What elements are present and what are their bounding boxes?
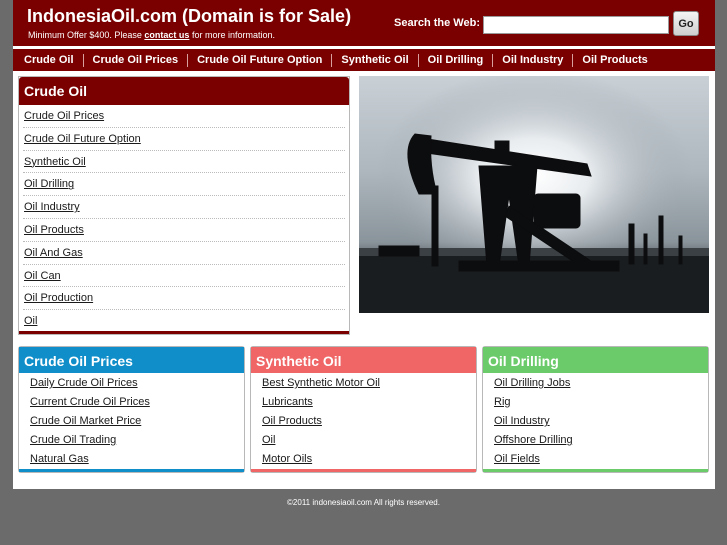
synthetic-link[interactable]: Best Synthetic Motor Oil: [262, 377, 380, 389]
synthetic-link[interactable]: Lubricants: [262, 396, 313, 408]
prices-link[interactable]: Crude Oil Trading: [30, 434, 116, 446]
copyright-text: ©2011 indonesiaoil.com All rights reserv…: [287, 498, 440, 507]
main-link[interactable]: Oil Can: [24, 270, 61, 282]
nav-item-crude-oil-prices[interactable]: Crude Oil Prices: [82, 53, 188, 67]
synthetic-oil-box-title: Synthetic Oil: [251, 347, 476, 373]
drilling-link[interactable]: Oil Industry: [494, 415, 550, 427]
crude-oil-box: Crude Oil Crude Oil Prices Crude Oil Fut…: [18, 76, 350, 335]
nav-bar: Crude Oil Crude Oil Prices Crude Oil Fut…: [13, 49, 715, 71]
drilling-link[interactable]: Oil Drilling Jobs: [494, 377, 570, 389]
main-link[interactable]: Synthetic Oil: [24, 156, 86, 168]
prices-link[interactable]: Natural Gas: [30, 453, 89, 465]
main-link[interactable]: Crude Oil Prices: [24, 110, 104, 122]
synthetic-link[interactable]: Oil Products: [262, 415, 322, 427]
synthetic-oil-box-footer: [251, 469, 476, 472]
list-item: Crude Oil Prices: [23, 105, 345, 128]
drilling-link[interactable]: Offshore Drilling: [494, 434, 573, 446]
prices-link[interactable]: Current Crude Oil Prices: [30, 396, 150, 408]
list-item: Best Synthetic Motor Oil: [262, 373, 476, 392]
drilling-link[interactable]: Rig: [494, 396, 511, 408]
main-link[interactable]: Oil Products: [24, 224, 84, 236]
list-item: Motor Oils: [262, 449, 476, 468]
offer-text: Minimum Offer $400. Please contact us fo…: [28, 30, 275, 40]
list-item: Oil Drilling: [23, 173, 345, 197]
main-link[interactable]: Oil: [24, 315, 37, 327]
synthetic-oil-box: Synthetic Oil Best Synthetic Motor Oil L…: [250, 346, 477, 473]
list-item: Oil Drilling Jobs: [494, 373, 708, 392]
site-title: IndonesiaOil.com (Domain is for Sale): [27, 6, 352, 26]
synthetic-link[interactable]: Oil: [262, 434, 275, 446]
main-link[interactable]: Oil And Gas: [24, 247, 83, 259]
oil-pumpjack-photo: [359, 76, 709, 313]
synthetic-oil-link-list: Best Synthetic Motor Oil Lubricants Oil …: [251, 373, 476, 468]
crude-oil-prices-box-footer: [19, 469, 244, 472]
list-item: Natural Gas: [30, 449, 244, 468]
drilling-link[interactable]: Oil Fields: [494, 453, 540, 465]
oil-drilling-box-title: Oil Drilling: [483, 347, 708, 373]
list-item: Crude Oil Trading: [30, 430, 244, 449]
offer-suffix: for more information.: [191, 30, 275, 40]
crude-oil-prices-link-list: Daily Crude Oil Prices Current Crude Oil…: [19, 373, 244, 468]
list-item: Crude Oil Future Option: [23, 128, 345, 151]
oil-drilling-link-list: Oil Drilling Jobs Rig Oil Industry Offsh…: [483, 373, 708, 468]
page: IndonesiaOil.com (Domain is for Sale) Mi…: [0, 0, 727, 545]
crude-oil-box-title: Crude Oil: [19, 77, 349, 105]
list-item: Oil Can: [23, 265, 345, 288]
list-item: Lubricants: [262, 392, 476, 411]
list-item: Oil Production: [23, 287, 345, 311]
oil-drilling-box: Oil Drilling Oil Drilling Jobs Rig Oil I…: [482, 346, 709, 473]
pumpjack-silhouette: [359, 76, 709, 313]
list-item: Oil: [23, 310, 345, 333]
synthetic-link[interactable]: Motor Oils: [262, 453, 312, 465]
list-item: Synthetic Oil: [23, 151, 345, 174]
prices-link[interactable]: Daily Crude Oil Prices: [30, 377, 138, 389]
prices-link[interactable]: Crude Oil Market Price: [30, 415, 141, 427]
search-input[interactable]: [483, 16, 669, 34]
nav-item-oil-drilling[interactable]: Oil Drilling: [417, 53, 493, 67]
main-link[interactable]: Oil Production: [24, 292, 93, 304]
list-item: Oil Fields: [494, 449, 708, 468]
crude-oil-box-footer: [19, 331, 349, 334]
list-item: Oil: [262, 430, 476, 449]
list-item: Oil Products: [23, 219, 345, 242]
contact-us-link[interactable]: contact us: [144, 30, 189, 40]
oil-drilling-box-footer: [483, 469, 708, 472]
crude-oil-link-list: Crude Oil Prices Crude Oil Future Option…: [19, 105, 349, 333]
list-item: Offshore Drilling: [494, 430, 708, 449]
list-item: Oil Products: [262, 411, 476, 430]
list-item: Daily Crude Oil Prices: [30, 373, 244, 392]
list-item: Oil Industry: [494, 411, 708, 430]
main-link[interactable]: Oil Industry: [24, 201, 80, 213]
crude-oil-prices-box: Crude Oil Prices Daily Crude Oil Prices …: [18, 346, 245, 473]
list-item: Oil Industry: [23, 196, 345, 219]
list-item: Crude Oil Market Price: [30, 411, 244, 430]
list-item: Oil And Gas: [23, 242, 345, 265]
list-item: Rig: [494, 392, 708, 411]
header: IndonesiaOil.com (Domain is for Sale) Mi…: [13, 0, 715, 46]
go-button[interactable]: Go: [673, 11, 699, 36]
nav-item-synthetic-oil[interactable]: Synthetic Oil: [331, 53, 417, 67]
crude-oil-prices-box-title: Crude Oil Prices: [19, 347, 244, 373]
main-link[interactable]: Crude Oil Future Option: [24, 133, 141, 145]
search-label: Search the Web:: [394, 17, 480, 29]
nav-item-crude-oil[interactable]: Crude Oil: [24, 54, 83, 67]
main-link[interactable]: Oil Drilling: [24, 178, 74, 190]
list-item: Current Crude Oil Prices: [30, 392, 244, 411]
offer-prefix: Minimum Offer $400. Please: [28, 30, 142, 40]
nav-item-oil-industry[interactable]: Oil Industry: [492, 53, 572, 67]
nav-item-oil-products[interactable]: Oil Products: [572, 53, 656, 67]
nav-item-crude-oil-future-option[interactable]: Crude Oil Future Option: [187, 53, 331, 67]
